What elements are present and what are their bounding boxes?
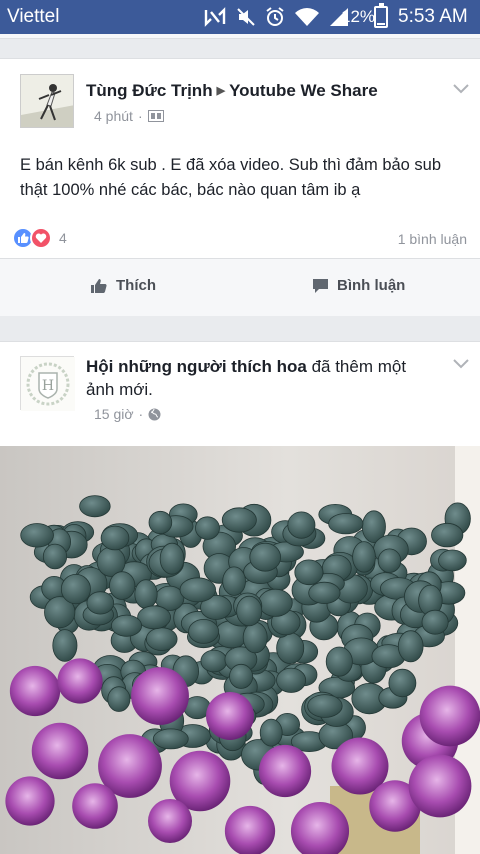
comment-button[interactable]: Bình luận [312,277,405,294]
author-avatar[interactable] [20,74,74,128]
post-card: Tùng Đức Trịnh ▶ Youtube We Share 4 phút ·… [0,58,480,316]
like-label: Thích [116,277,156,294]
like-button[interactable]: Thích [90,277,156,294]
carrier-name: Viettel [7,6,60,27]
mute-icon [237,8,255,26]
clock: 5:53 AM [398,6,468,27]
post-meta: 4 phút · [94,108,164,124]
alarm-icon [266,7,284,26]
thumbs-up-icon [91,278,107,293]
chevron-down-icon[interactable] [452,358,470,370]
globe-icon [148,408,161,420]
comment-icon [313,278,328,293]
group-icon [147,110,164,122]
post-card: H Hội những người thích hoa đã thêm một … [0,341,480,854]
post-header: Tùng Đức Trịnh ▶ Youtube We Share [86,81,378,101]
author-name[interactable]: Tùng Đức Trịnh [86,81,213,100]
group-name[interactable]: Youtube We Share [229,81,378,100]
post-text: E bán kênh 6k sub . E đã xóa video. Sub … [20,156,442,199]
page-name[interactable]: Hội những người thích hoa [86,357,307,376]
post-header: Hội những người thích hoa đã thêm một ản… [86,355,436,401]
reaction-count: 4 [59,230,67,246]
arrow-right-icon: ▶ [216,85,226,97]
post-meta: 15 giờ · [94,406,161,422]
battery-icon [374,3,388,28]
chevron-down-icon[interactable] [452,83,470,95]
feed-top-edge [0,34,480,39]
comment-count[interactable]: 1 bình luận [398,231,467,247]
action-bar: Thích Bình luận [0,258,480,316]
battery-percentage: 12% [341,7,376,26]
post-time[interactable]: 15 giờ [94,406,134,422]
wifi-icon [295,8,319,26]
love-reaction-icon [30,227,52,249]
status-bar: Viettel 12% 5:53 AM [0,0,480,34]
page-avatar[interactable]: H [20,356,75,411]
nfc-icon [204,7,226,27]
post-photo[interactable] [0,446,480,854]
reactions-summary[interactable]: 4 [12,227,67,249]
post-time[interactable]: 4 phút [94,108,133,124]
page-avatar-letter: H [42,378,54,394]
comment-label: Bình luận [337,277,406,294]
